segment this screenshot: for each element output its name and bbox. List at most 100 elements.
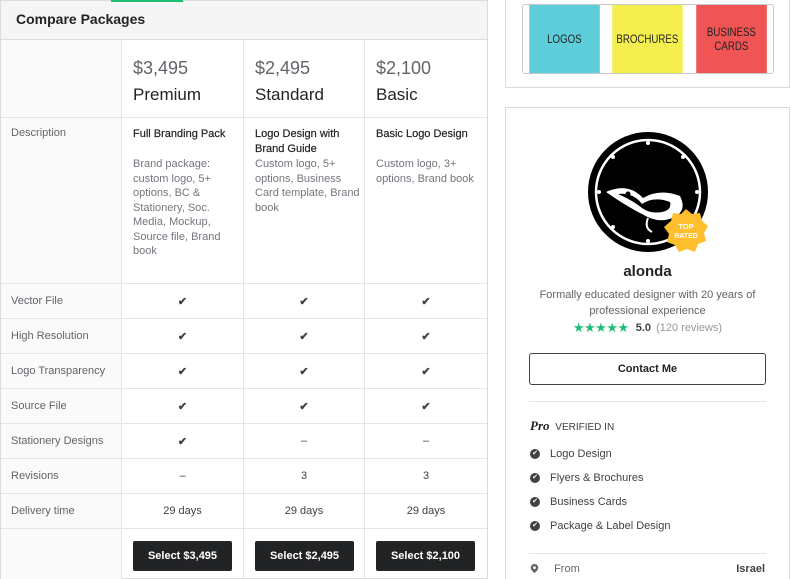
feature-label: Stationery Designs [11,435,104,447]
select-label-cell [1,529,122,579]
gig-thumbnail-image[interactable]: LOGOS BROCHURES BUSINESS CARDS [522,4,774,74]
check-icon: ✔ [299,401,309,413]
select-basic-button[interactable]: Select $2,100 [376,541,475,571]
feature-row-delivery-time: Delivery time 29 days 29 days 29 days [1,494,487,529]
description-label: Description [11,127,67,139]
location-pin-icon [530,564,539,573]
select-cell: Select $2,495 [244,529,365,579]
check-icon: ✔ [421,331,431,343]
package-price: $3,495 [133,58,189,78]
pro-verified-heading: Pro VERIFIED IN [530,418,614,434]
pro-logo-icon: Pro [530,418,550,433]
dash-value: – [422,435,430,447]
review-count: (120 reviews) [656,322,723,334]
feature-label-cell: Vector File [1,284,122,318]
seller-card: TOP RATED alonda Formally educated desig… [505,107,790,579]
compare-grid: $3,495 Premium $2,495 Standard $2,100 Ba… [1,40,487,579]
divider [529,401,766,402]
list-item: ✔ Business Cards [530,490,670,514]
select-cell: Select $3,495 [122,529,244,579]
feature-label-cell: Stationery Designs [1,424,122,458]
verified-list: ✔ Logo Design ✔ Flyers & Brochures ✔ Busine… [530,442,670,538]
premium-description: Full Branding Pack Brand package: custom… [122,118,244,283]
feature-label: Revisions [11,470,59,482]
check-icon: ✔ [299,366,309,378]
thumb-business-cards: BUSINESS CARDS [695,5,767,73]
feature-label-cell: Logo Transparency [1,354,122,388]
select-premium-button[interactable]: Select $3,495 [133,541,232,571]
feature-value-cell: ✔ [244,319,365,353]
package-price: $2,495 [255,58,311,78]
check-circle-icon: ✔ [530,473,540,483]
package-basic-header: $2,100 Basic [365,40,487,117]
delivery-value: 29 days [406,505,446,517]
contact-me-button[interactable]: Contact Me [529,353,766,385]
feature-value-cell: ✔ [122,354,244,388]
seller-tagline: Formally educated designer with 20 years… [539,289,756,317]
thumb-logos: LOGOS [529,5,601,73]
feature-value-cell: – [122,459,244,493]
select-row: Select $3,495 Select $2,495 Select $2,10… [1,529,487,579]
verified-item-label: Business Cards [550,496,628,508]
check-icon: ✔ [177,366,188,378]
verified-label: VERIFIED IN [555,422,615,433]
feature-row-high-resolution: High Resolution ✔ ✔ ✔ [1,319,487,354]
feature-value-cell: 29 days [244,494,365,528]
revisions-value: 3 [422,470,430,482]
top-rated-badge-icon: TOP RATED [664,209,708,252]
feature-value-cell: ✔ [365,284,487,318]
description-title: Full Branding Pack [133,128,226,140]
check-icon: ✔ [299,331,309,343]
from-label: From [554,563,580,575]
package-premium-header: $3,495 Premium [122,40,244,117]
description-text: Brand package: custom logo, 5+ options, … [133,158,221,257]
feature-value-cell: ✔ [122,319,244,353]
check-icon: ✔ [177,436,188,448]
seller-name[interactable]: alonda [506,263,789,280]
seller-from-row: From Israel [530,563,765,575]
package-header-row: $3,495 Premium $2,495 Standard $2,100 Ba… [1,40,487,118]
feature-label-cell: High Resolution [1,319,122,353]
feature-row-source-file: Source File ✔ ✔ ✔ [1,389,487,424]
feature-value-cell: 3 [244,459,365,493]
package-price: $2,100 [376,58,432,78]
dash-value: – [300,435,308,447]
package-standard-header: $2,495 Standard [244,40,365,117]
feature-label: Vector File [11,295,63,307]
description-title: Logo Design with Brand Guide [255,128,340,155]
feature-label: Delivery time [11,505,75,517]
thumb-brochures: BROCHURES [612,5,684,73]
check-icon: ✔ [299,296,309,308]
feature-value-cell: – [244,424,365,458]
feature-label: Logo Transparency [11,365,106,377]
gig-thumbnail-card: LOGOS BROCHURES BUSINESS CARDS [505,0,790,88]
verified-item-label: Flyers & Brochures [550,472,644,484]
basic-description: Basic Logo Design Custom logo, 3+ option… [365,118,487,283]
header-accent-line [111,0,183,2]
check-circle-icon: ✔ [530,497,540,507]
package-name: Standard [255,85,324,104]
compare-header: Compare Packages [1,0,487,40]
verified-item-label: Package & Label Design [550,520,671,532]
list-item: ✔ Flyers & Brochures [530,466,670,490]
check-icon: ✔ [421,296,431,308]
feature-value-cell: ✔ [365,319,487,353]
badge-text-top: TOP [678,222,693,231]
feature-row-revisions: Revisions – 3 3 [1,459,487,494]
standard-description: Logo Design with Brand Guide Custom logo… [244,118,365,283]
feature-label-cell: Delivery time [1,494,122,528]
feature-value-cell: 29 days [122,494,244,528]
seller-rating[interactable]: ★★★★★ 5.0 (120 reviews) [506,320,789,336]
check-circle-icon: ✔ [530,521,540,531]
feature-value-cell: 3 [365,459,487,493]
feature-value-cell: ✔ [122,284,244,318]
select-standard-button[interactable]: Select $2,495 [255,541,354,571]
delivery-value: 29 days [163,505,202,517]
divider [529,553,766,554]
dash-value: – [179,470,186,482]
feature-row-logo-transparency: Logo Transparency ✔ ✔ ✔ [1,354,487,389]
description-row: Description Full Branding Pack Brand pac… [1,118,487,284]
check-icon: ✔ [177,331,188,343]
package-name: Basic [376,85,418,104]
list-item: ✔ Package & Label Design [530,514,670,538]
